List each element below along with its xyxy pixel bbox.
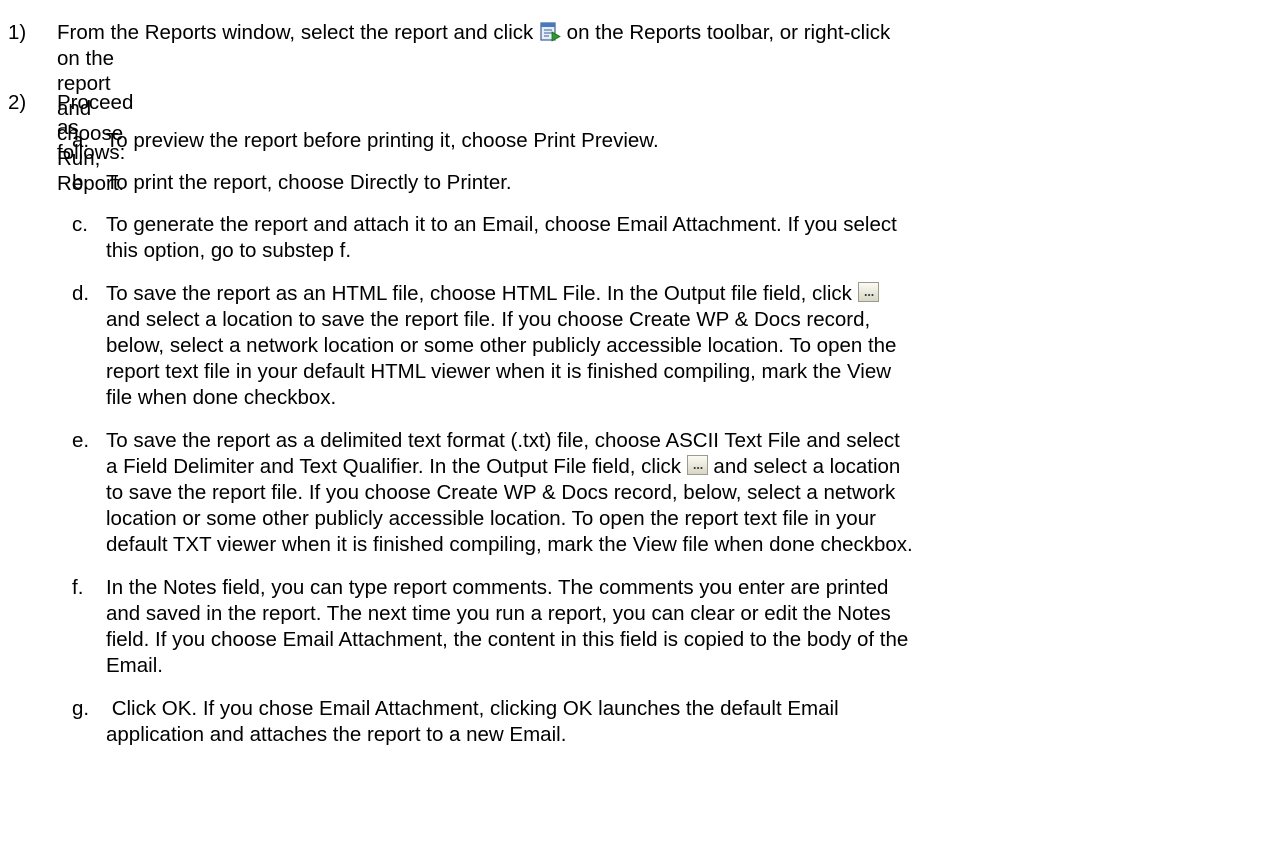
browse-button-icon [686,455,708,475]
step-number: 1) [8,21,27,44]
substep-text-line: below, select a network location or some… [106,334,897,357]
step-text: on the Reports toolbar, or right-click [566,21,891,44]
substep-letter: b. [72,171,90,194]
substep-letter: d. [72,282,90,305]
substep-letter: c. [72,213,88,236]
substep-text-line: To preview the report before printing it… [106,129,659,152]
substep-text-line: To print the report, choose Directly to … [106,171,512,194]
substep-text: and select a location [713,455,901,478]
substep-text-line: and select a location to save the report… [106,308,871,331]
substep-text-line: this option, go to substep f. [106,239,352,262]
substep-text-line: default TXT viewer when it is finished c… [106,533,913,556]
step-text: From the Reports window, select the repo… [57,21,534,44]
substep-text-line: To generate the report and attach it to … [106,213,897,236]
substep-text-line: To save the report as an HTML file, choo… [106,281,879,306]
substep-letter: e. [72,429,90,452]
browse-button-icon [857,282,879,302]
step-number: 2) [8,91,27,114]
substep-text-line: report text file in your default HTML vi… [106,360,892,383]
substep-text-line: and saved in the report. The next time y… [106,602,891,625]
substep-letter: f. [72,576,84,599]
substep-text-line: Click OK. If you chose Email Attachment,… [106,697,839,720]
substep-text-line: file when done checkbox. [106,386,337,409]
substep-text-line: a Field Delimiter and Text Qualifier. In… [106,454,900,479]
substep-text: To save the report as an HTML file, choo… [106,282,852,305]
substep-text-line: In the Notes field, you can type report … [106,576,889,599]
substep-text-line: field. If you choose Email Attachment, t… [106,628,909,651]
substep-text-line: to save the report file. If you choose C… [106,481,896,504]
substep-text-line: location or some other publicly accessib… [106,507,876,530]
substep-text: a Field Delimiter and Text Qualifier. In… [106,455,682,478]
substep-letter: a. [72,129,90,152]
substep-text-line: Email. [106,654,163,677]
substep-letter: g. [72,697,90,720]
run-report-icon [539,22,561,48]
substep-text-line: To save the report as a delimited text f… [106,429,900,452]
step-text-line: From the Reports window, select the repo… [57,20,890,48]
substep-text-line: application and attaches the report to a… [106,723,567,746]
